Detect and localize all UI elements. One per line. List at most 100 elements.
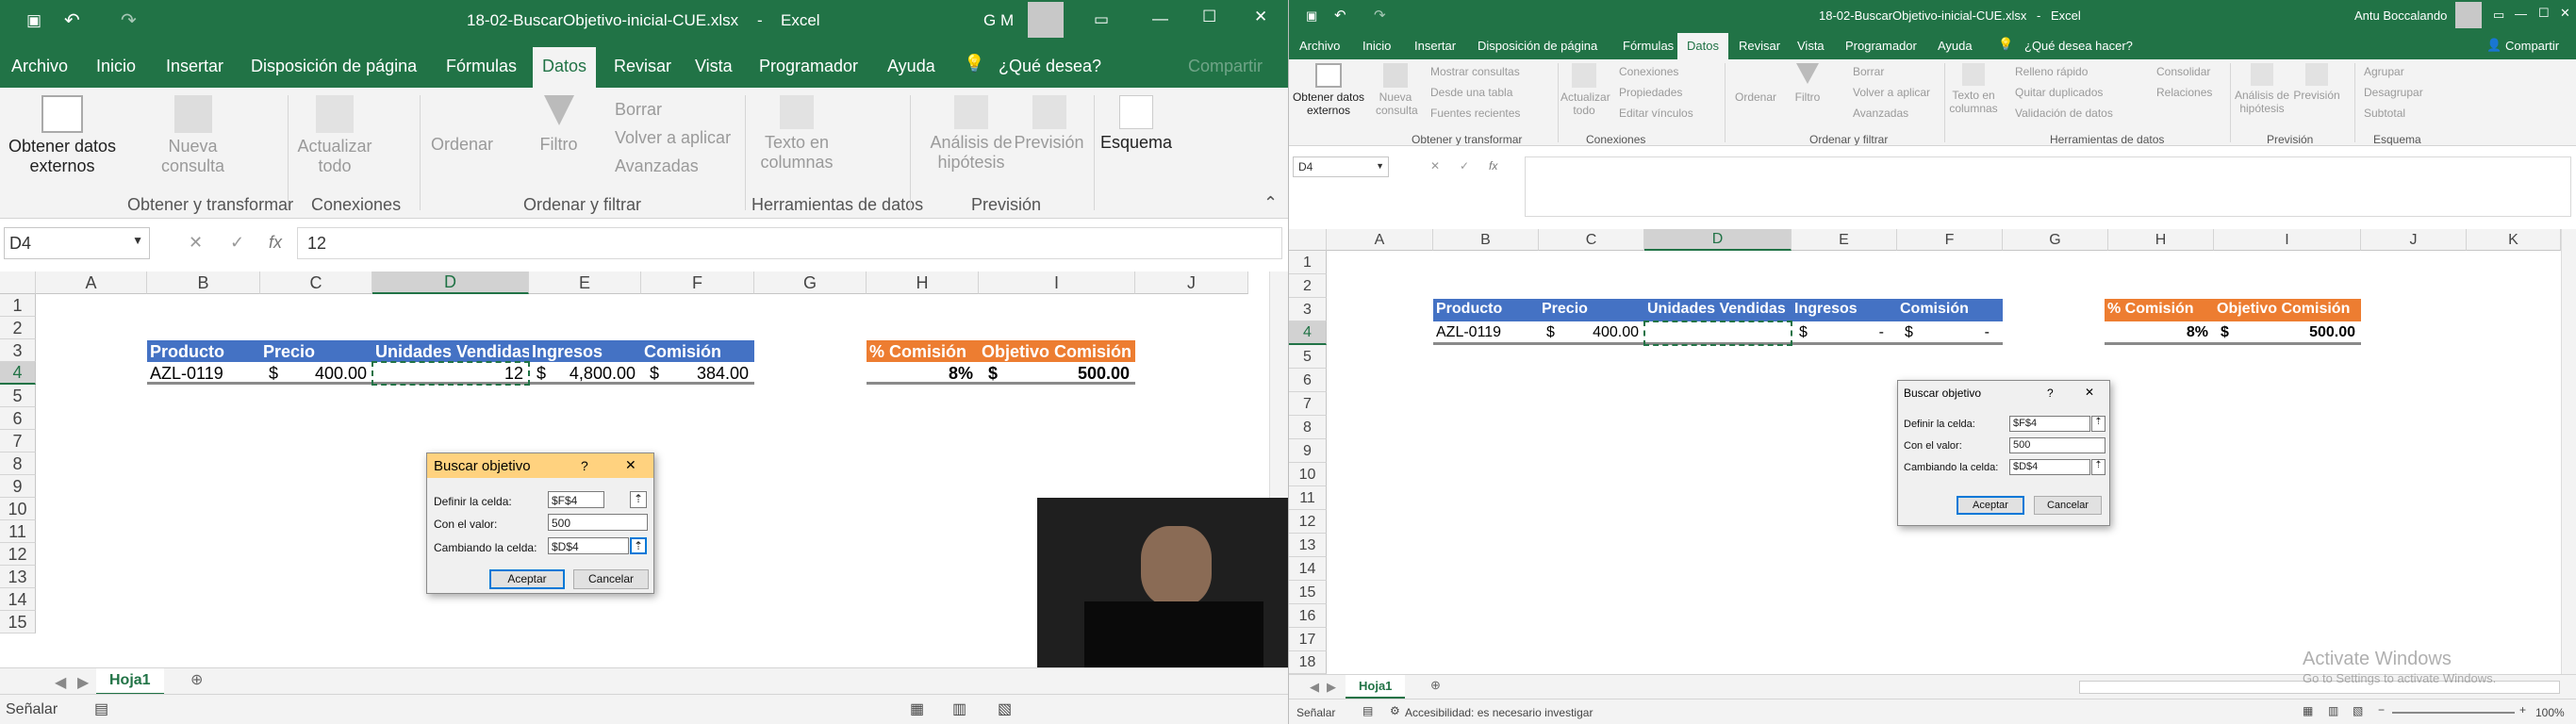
tab-vista[interactable]: Vista	[1797, 39, 1825, 53]
row-header-11[interactable]: 11	[1289, 486, 1327, 510]
tab-formulas[interactable]: Fórmulas	[1623, 39, 1674, 53]
minimize-icon[interactable]: —	[1152, 9, 1168, 28]
tab-programador[interactable]: Programador	[759, 57, 858, 76]
clear-button[interactable]: Borrar	[615, 100, 662, 120]
set-cell-input[interactable]: $F$4	[548, 491, 604, 508]
sheet-tab-hoja1[interactable]: Hoja1	[1346, 675, 1406, 699]
header-comision[interactable]: Comisión	[641, 340, 754, 362]
sort-button[interactable]: Ordenar	[429, 135, 495, 155]
refresh-all-button[interactable]: Actualizar todo	[283, 95, 387, 175]
column-header-g[interactable]: G	[2003, 229, 2108, 251]
row-header-18[interactable]: 18	[1289, 651, 1327, 674]
column-header-a[interactable]: A	[1327, 229, 1433, 251]
row-header-8[interactable]: 8	[0, 452, 36, 475]
sheet-tab-hoja1[interactable]: Hoja1	[96, 668, 164, 696]
zoom-in-icon[interactable]: +	[2519, 703, 2526, 716]
text-to-columns-button[interactable]: Texto en columnas	[754, 95, 839, 172]
name-box[interactable]: D4 ▼	[4, 227, 150, 259]
scroll-left-icon[interactable]: ◀	[1310, 680, 1319, 695]
new-query-button[interactable]: Nueva consulta	[143, 95, 242, 175]
scroll-right-icon[interactable]: ▶	[1327, 680, 1336, 695]
formula-input[interactable]	[1525, 156, 2571, 217]
what-if-button[interactable]: Análisis de hipótesis	[2232, 63, 2292, 116]
tab-insertar[interactable]: Insertar	[166, 57, 223, 76]
avatar[interactable]	[2455, 2, 2482, 28]
row-header-6[interactable]: 6	[0, 407, 36, 430]
column-header-j[interactable]: J	[1135, 272, 1248, 294]
row-header-5[interactable]: 5	[0, 385, 36, 407]
tab-programador[interactable]: Programador	[1845, 39, 1917, 53]
avatar[interactable]	[1028, 2, 1064, 38]
outline-button[interactable]: Esquema	[1094, 95, 1179, 153]
column-header-i[interactable]: I	[979, 272, 1135, 294]
column-header-f[interactable]: F	[1897, 229, 2003, 251]
header-precio[interactable]: Precio	[260, 340, 372, 362]
row-header-10[interactable]: 10	[0, 498, 36, 520]
filter-button[interactable]: Filtro	[533, 95, 585, 155]
column-header-f[interactable]: F	[641, 272, 754, 294]
edit-links-button[interactable]: Editar vínculos	[1619, 107, 1693, 120]
cell-pct-comision[interactable]: 8%	[867, 362, 979, 385]
set-cell-input[interactable]: $F$4	[2009, 416, 2090, 432]
name-box[interactable]: D4 ▼	[1293, 156, 1389, 177]
recent-sources-button[interactable]: Fuentes recientes	[1430, 107, 1520, 120]
header-precio[interactable]: Precio	[1539, 299, 1644, 321]
tab-inicio[interactable]: Inicio	[96, 57, 136, 76]
row-header-15[interactable]: 15	[1289, 581, 1327, 604]
close-icon[interactable]: ✕	[2560, 6, 2570, 21]
page-layout-view-icon[interactable]: ▥	[952, 699, 966, 718]
row-header-9[interactable]: 9	[0, 475, 36, 498]
tab-datos[interactable]: Datos	[1677, 33, 1728, 60]
forecast-button[interactable]: Previsión	[2288, 63, 2345, 103]
page-break-view-icon[interactable]: ▧	[998, 699, 1012, 718]
column-header-c[interactable]: C	[260, 272, 372, 294]
header-objetivo-comision[interactable]: Objetivo Comisión	[979, 340, 1135, 362]
header-ingresos[interactable]: Ingresos	[1792, 299, 1897, 321]
advanced-button[interactable]: Avanzadas	[1853, 107, 1908, 120]
row-header-17[interactable]: 17	[1289, 628, 1327, 651]
tab-formulas[interactable]: Fórmulas	[446, 57, 517, 76]
macro-record-icon[interactable]: ▤	[94, 699, 108, 718]
maximize-icon[interactable]: ☐	[2538, 6, 2550, 21]
zoom-out-icon[interactable]: −	[2378, 703, 2385, 716]
column-header-h[interactable]: H	[867, 272, 979, 294]
advanced-button[interactable]: Avanzadas	[615, 156, 699, 176]
cancel-entry-icon[interactable]: ✕	[189, 233, 203, 253]
cancel-button[interactable]: Cancelar	[2034, 496, 2102, 515]
column-header-b[interactable]: B	[1433, 229, 1539, 251]
clear-button[interactable]: Borrar	[1853, 65, 1884, 78]
close-icon[interactable]: ✕	[1254, 8, 1267, 26]
reapply-button[interactable]: Volver a aplicar	[1853, 86, 1930, 99]
changing-cell-input[interactable]: $D$4	[2009, 459, 2090, 475]
column-header-k[interactable]: K	[2467, 229, 2561, 251]
formula-input[interactable]: 12	[297, 227, 1282, 259]
tab-archivo[interactable]: Archivo	[1299, 39, 1340, 53]
row-header-13[interactable]: 13	[0, 566, 36, 588]
page-break-view-icon[interactable]: ▧	[2353, 704, 2363, 717]
confirm-entry-icon[interactable]: ✓	[1460, 159, 1469, 173]
subtotal-button[interactable]: Subtotal	[2364, 107, 2405, 120]
show-queries-button[interactable]: Mostrar consultas	[1430, 65, 1520, 78]
column-header-j[interactable]: J	[2361, 229, 2467, 251]
group-button[interactable]: Agrupar	[2364, 65, 2404, 78]
forecast-button[interactable]: Previsión	[1009, 95, 1089, 153]
column-header-e[interactable]: E	[1792, 229, 1897, 251]
cell-precio[interactable]: 400.00	[1539, 321, 1644, 345]
tab-ayuda[interactable]: Ayuda	[887, 57, 935, 76]
collapse-dialog-icon[interactable]: ⇡	[630, 537, 647, 554]
chevron-down-icon[interactable]: ▼	[1376, 161, 1384, 171]
normal-view-icon[interactable]: ▦	[2303, 704, 2313, 717]
zoom-level[interactable]: 100%	[2535, 706, 2565, 719]
cell-pct-comision[interactable]: 8%	[2105, 321, 2214, 345]
row-header-16[interactable]: 16	[1289, 604, 1327, 628]
collapse-dialog-icon[interactable]: ⇡	[2091, 459, 2105, 475]
confirm-entry-icon[interactable]: ✓	[230, 233, 244, 253]
row-header-12[interactable]: 12	[0, 543, 36, 566]
normal-view-icon[interactable]: ▦	[910, 699, 924, 718]
select-all-corner[interactable]	[0, 272, 36, 294]
collapse-dialog-icon[interactable]: ⇡	[630, 491, 647, 508]
row-header-5[interactable]: 5	[1289, 345, 1327, 369]
ungroup-button[interactable]: Desagrupar	[2364, 86, 2423, 99]
cell-precio[interactable]: 400.00	[260, 362, 372, 385]
ribbon-options-icon[interactable]: ▭	[1094, 10, 1109, 29]
